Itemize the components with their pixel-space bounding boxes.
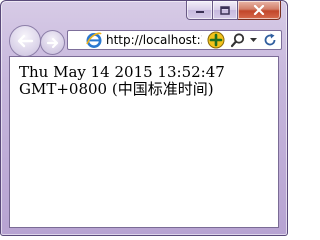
forward-button[interactable] [40, 30, 65, 55]
minimize-button[interactable] [186, 1, 213, 20]
forward-arrow-icon [46, 37, 58, 48]
url-text[interactable]: http://localhost:3 [106, 32, 202, 48]
date-line-2: GMT+0800 (中国标准时间) [19, 80, 214, 98]
date-output: Thu May 14 2015 13:52:47 GMT+0800 (中国标准时… [19, 64, 274, 98]
date-line-1: Thu May 14 2015 13:52:47 [19, 63, 225, 81]
refresh-icon[interactable] [262, 32, 278, 48]
close-icon [253, 5, 265, 15]
search-icon[interactable] [230, 32, 246, 48]
page-content: Thu May 14 2015 13:52:47 GMT+0800 (中国标准时… [9, 56, 279, 228]
back-arrow-icon [17, 34, 34, 48]
maximize-icon [220, 5, 230, 15]
ie-logo-icon [86, 32, 102, 48]
maximize-button[interactable] [213, 1, 238, 20]
caption-buttons [186, 1, 281, 20]
back-button[interactable] [9, 25, 41, 57]
chevron-down-icon[interactable] [249, 36, 258, 44]
close-button[interactable] [238, 1, 281, 20]
browser-window: http://localhost:3 Thu May 14 2015 13:52… [0, 0, 288, 236]
go-plus-icon[interactable] [207, 31, 225, 49]
minimize-icon [195, 11, 204, 13]
